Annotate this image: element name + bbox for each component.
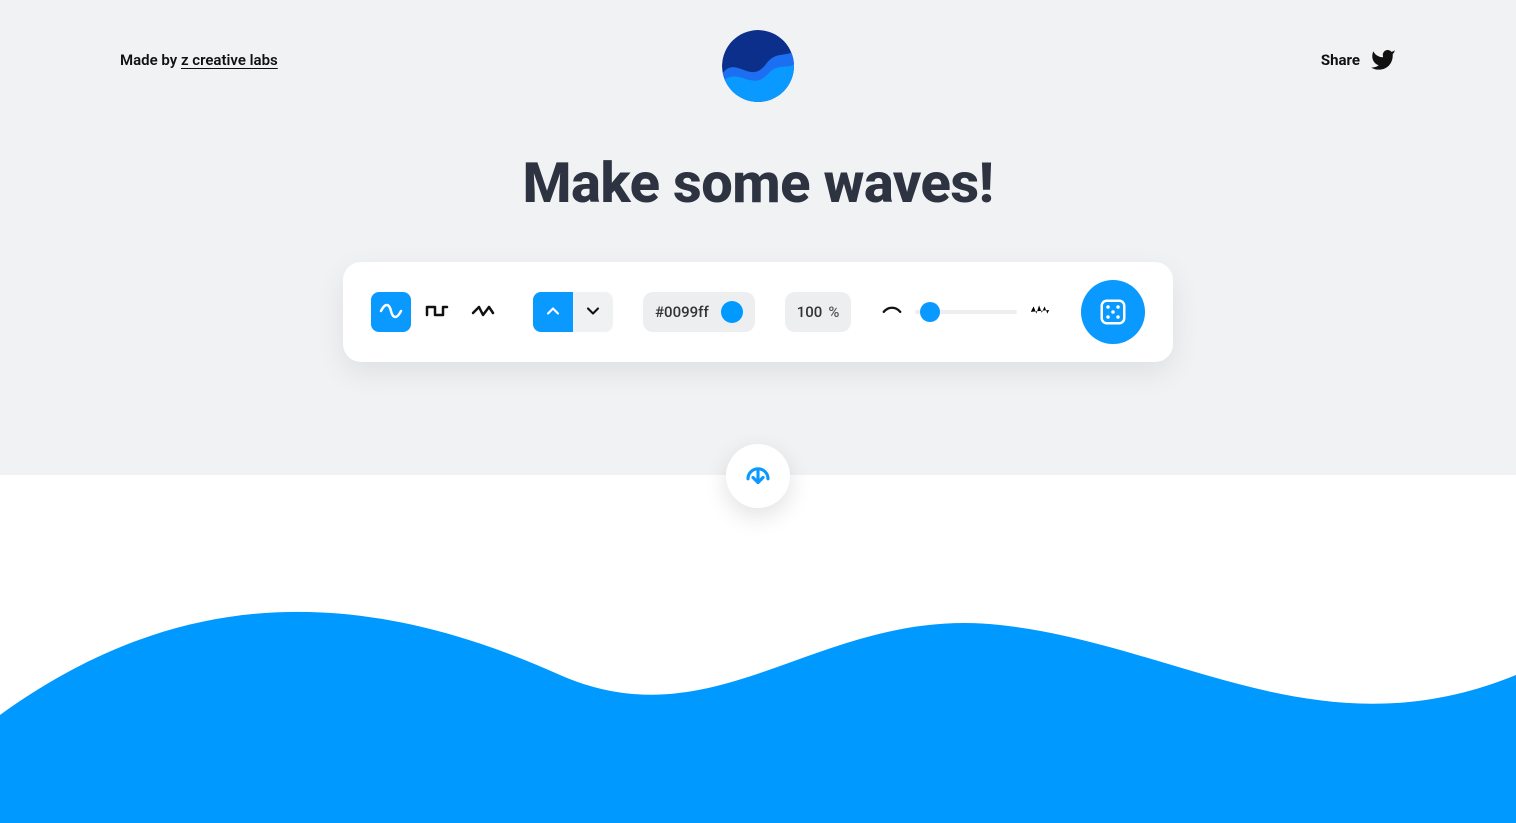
high-complexity-icon — [1029, 299, 1051, 325]
wave-type-group — [371, 292, 503, 332]
chevron-up-icon — [543, 301, 563, 324]
download-button[interactable] — [726, 444, 790, 508]
color-hex-value: #0099ff — [655, 303, 709, 321]
dice-icon — [1098, 297, 1128, 327]
chevron-down-icon — [583, 301, 603, 324]
app-logo — [722, 30, 794, 102]
toolbar: #0099ff 100 % — [343, 262, 1173, 362]
sine-wave-icon — [379, 299, 403, 326]
complexity-slider[interactable] — [915, 310, 1017, 314]
wave-type-sine-button[interactable] — [371, 292, 411, 332]
wave-shape — [0, 612, 1516, 823]
made-by: Made by z creative labs — [120, 51, 278, 69]
slider-thumb[interactable] — [920, 302, 940, 322]
twitter-icon — [1370, 47, 1396, 73]
opacity-unit: % — [828, 303, 839, 321]
complexity-slider-group — [881, 299, 1051, 325]
opacity-input[interactable]: 100 % — [785, 292, 852, 332]
share-button[interactable]: Share — [1321, 47, 1396, 73]
low-complexity-icon — [881, 299, 903, 325]
wave-type-square-button[interactable] — [417, 292, 457, 332]
color-swatch-icon — [721, 301, 743, 323]
square-wave-icon — [425, 299, 449, 326]
opacity-value: 100 — [797, 303, 823, 321]
share-label: Share — [1321, 51, 1360, 69]
made-by-link[interactable]: z creative labs — [181, 51, 278, 69]
wave-preview — [0, 475, 1516, 823]
peak-wave-icon — [471, 299, 495, 326]
direction-up-button[interactable] — [533, 292, 573, 332]
wave-type-peak-button[interactable] — [463, 292, 503, 332]
randomize-button[interactable] — [1081, 280, 1145, 344]
page-title: Make some waves! — [0, 150, 1516, 216]
direction-group — [533, 292, 613, 332]
color-picker[interactable]: #0099ff — [643, 292, 755, 332]
download-icon — [743, 460, 773, 493]
made-by-prefix: Made by — [120, 51, 181, 69]
direction-down-button[interactable] — [573, 292, 613, 332]
